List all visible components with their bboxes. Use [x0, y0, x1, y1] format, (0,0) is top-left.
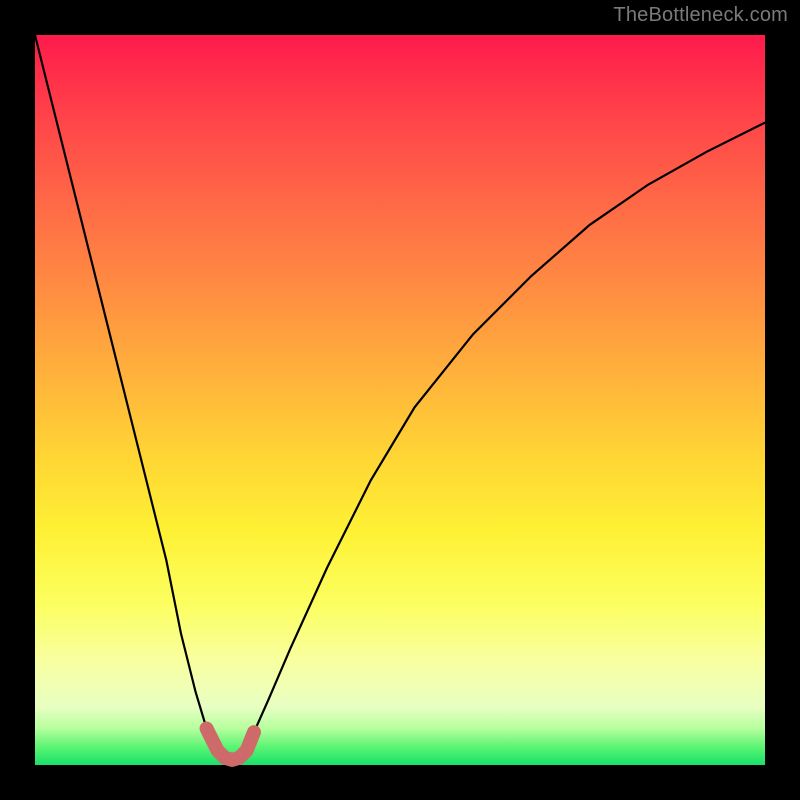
bottleneck-highlight-line [207, 729, 254, 760]
chart-frame: TheBottleneck.com [0, 0, 800, 800]
chart-svg [35, 35, 765, 765]
bottleneck-curve-line [35, 35, 765, 760]
plot-area [35, 35, 765, 765]
watermark-text: TheBottleneck.com [613, 4, 788, 27]
